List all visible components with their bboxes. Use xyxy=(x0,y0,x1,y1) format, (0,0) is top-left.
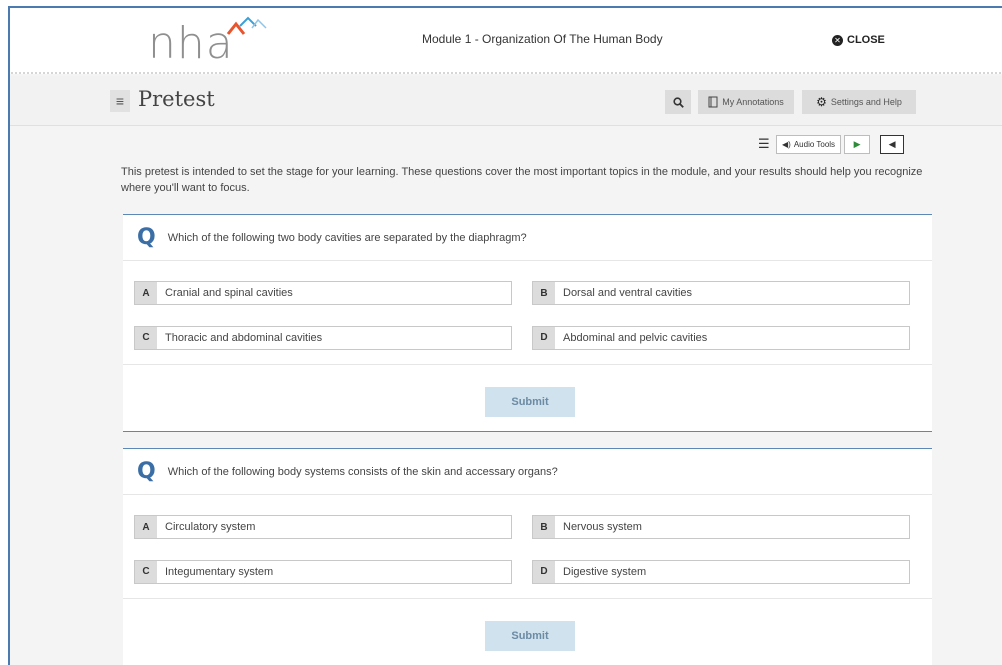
submit-button[interactable]: Submit xyxy=(485,621,575,651)
search-button[interactable] xyxy=(665,90,691,114)
question-text: Which of the following body systems cons… xyxy=(167,465,558,478)
option-text: Abdominal and pelvic cavities xyxy=(563,331,708,344)
audio-tools-label: Audio Tools xyxy=(793,139,836,149)
question-mark-icon: Q xyxy=(137,459,156,484)
logo-text: nha xyxy=(148,18,234,69)
option-letter: D xyxy=(533,326,555,349)
option-letter: A xyxy=(135,516,157,538)
option-letter: B xyxy=(533,282,555,304)
collapse-audio-button[interactable]: ◀ xyxy=(880,134,905,154)
title-bar: ≡ Pretest My Annotations ⚙ Settings and … xyxy=(10,76,1002,126)
question-header: Q Which of the following body systems co… xyxy=(123,449,932,495)
settings-and-help-button[interactable]: ⚙ Settings and Help xyxy=(802,90,916,114)
option-a[interactable]: A Circulatory system xyxy=(134,515,512,539)
question-mark-icon: Q xyxy=(137,225,156,250)
option-a[interactable]: A Cranial and spinal cavities xyxy=(134,281,512,305)
option-text: Thoracic and abdominal cavities xyxy=(165,331,323,344)
question-footer: Submit xyxy=(123,599,932,665)
caret-left-icon: ◀ xyxy=(888,138,896,149)
option-text: Cranial and spinal cavities xyxy=(165,287,293,299)
page-title: Pretest xyxy=(138,87,215,111)
hamburger-menu-icon[interactable]: ☰ xyxy=(758,136,772,152)
option-b[interactable]: B Nervous system xyxy=(532,515,910,539)
answer-options: A Cranial and spinal cavities B Dorsal a… xyxy=(123,261,932,365)
option-letter: B xyxy=(533,516,555,538)
option-text: Integumentary system xyxy=(165,565,274,578)
close-label: CLOSE xyxy=(847,34,885,46)
search-icon xyxy=(672,96,684,108)
question-footer: Submit xyxy=(123,365,932,431)
option-letter: D xyxy=(533,560,555,583)
close-button[interactable]: ✕ CLOSE xyxy=(832,34,885,46)
play-icon: ▶ xyxy=(853,138,861,149)
option-c[interactable]: C Thoracic and abdominal cavities xyxy=(134,325,512,350)
app-window: nha Module 1 - Organization Of The Human… xyxy=(8,6,1002,665)
intro-text: This pretest is intended to set the stag… xyxy=(121,166,923,194)
my-annotations-button[interactable]: My Annotations xyxy=(698,90,794,114)
my-annotations-label: My Annotations xyxy=(722,97,784,107)
option-text: Circulatory system xyxy=(165,521,256,533)
answer-options: A Circulatory system B Nervous system C … xyxy=(123,495,932,599)
question-text: Which of the following two body cavities… xyxy=(167,231,527,244)
settings-label: Settings and Help xyxy=(830,97,902,107)
dotted-divider xyxy=(10,71,1002,75)
question-header: Q Which of the following two body caviti… xyxy=(123,215,932,261)
submit-button[interactable]: Submit xyxy=(485,387,575,417)
gear-icon: ⚙ xyxy=(816,95,827,109)
option-letter: A xyxy=(135,282,157,304)
option-letter: C xyxy=(135,326,157,349)
option-b[interactable]: B Dorsal and ventral cavities xyxy=(532,281,910,305)
close-icon: ✕ xyxy=(832,34,843,46)
option-letter: C xyxy=(135,560,157,583)
option-d[interactable]: D Digestive system xyxy=(532,559,910,584)
menu-button[interactable]: ≡ xyxy=(110,90,130,112)
module-title: Module 1 - Organization Of The Human Bod… xyxy=(422,32,663,46)
notebook-icon xyxy=(708,96,718,108)
question-card: Q Which of the following body systems co… xyxy=(123,448,932,665)
option-text: Nervous system xyxy=(563,521,642,533)
nha-logo: nha xyxy=(148,16,278,72)
audio-tools-button[interactable]: ◀) Audio Tools xyxy=(776,134,842,154)
play-button[interactable]: ▶ xyxy=(844,134,871,154)
audio-toolbar: ☰ ◀) Audio Tools ▶ ◀ xyxy=(758,134,905,154)
option-d[interactable]: D Abdominal and pelvic cavities xyxy=(532,325,910,350)
option-text: Dorsal and ventral cavities xyxy=(563,287,693,299)
option-text: Digestive system xyxy=(563,565,647,578)
option-c[interactable]: C Integumentary system xyxy=(134,559,512,584)
speaker-icon: ◀) xyxy=(782,139,791,149)
question-card: Q Which of the following two body caviti… xyxy=(123,214,932,432)
logo-mark-icon xyxy=(226,16,267,35)
top-header: nha Module 1 - Organization Of The Human… xyxy=(10,8,1002,75)
